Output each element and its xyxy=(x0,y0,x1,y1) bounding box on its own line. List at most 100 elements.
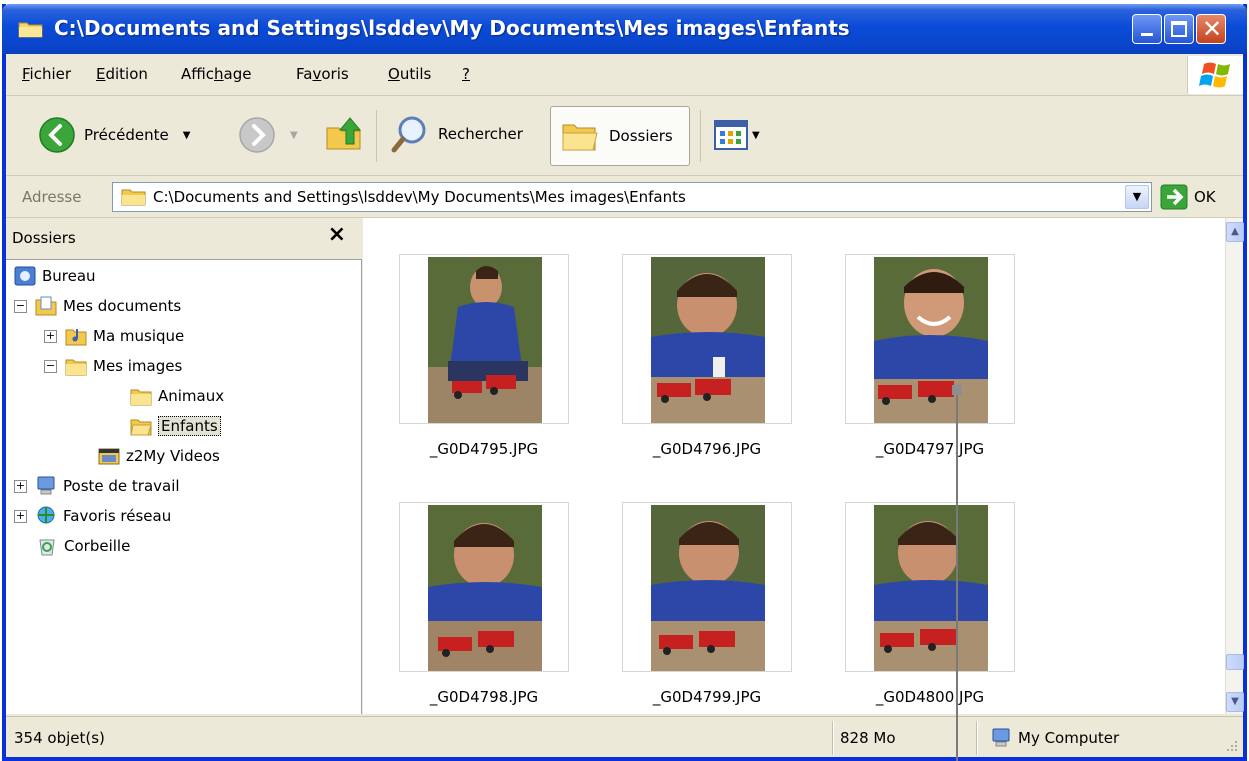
total-size: 828 Mo xyxy=(840,729,896,747)
file-name: _G0D4796.JPG xyxy=(652,440,762,458)
forward-button[interactable]: ▼ xyxy=(238,116,298,154)
address-input[interactable]: C:\Documents and Settings\lsddev\My Docu… xyxy=(112,182,1152,212)
maximize-button[interactable] xyxy=(1164,14,1194,44)
scroll-down-button[interactable]: ▼ xyxy=(1226,692,1244,712)
drag-indicator-handle xyxy=(952,385,962,395)
open-folder-icon xyxy=(130,419,152,436)
photo-thumbnail xyxy=(428,505,542,671)
tree-item-bureau[interactable]: Bureau xyxy=(14,264,96,288)
collapse-icon[interactable]: − xyxy=(44,359,57,373)
tree-item-label: Poste de travail xyxy=(63,477,180,495)
close-icon: ✕ xyxy=(1202,15,1223,43)
folders-button[interactable]: Dossiers xyxy=(550,106,690,166)
folders-pane: Dossiers × Bureau − Mes documents + Ma m… xyxy=(6,218,362,714)
menu-fichier[interactable]: Fichier xyxy=(22,65,71,83)
status-separator xyxy=(832,721,834,755)
tree-item-enfants[interactable]: Enfants xyxy=(130,414,221,438)
object-count: 354 objet(s) xyxy=(14,729,105,747)
folder-icon xyxy=(121,189,146,206)
file-name: _G0D4800.JPG xyxy=(875,688,985,706)
back-button[interactable]: Précédente ▼ xyxy=(38,116,190,154)
computer-icon xyxy=(37,476,55,495)
folders-label: Dossiers xyxy=(609,127,673,145)
tree-item-mes-documents[interactable]: − Mes documents xyxy=(14,294,181,318)
minimize-button[interactable] xyxy=(1132,14,1162,44)
go-arrow-icon xyxy=(1160,184,1188,210)
windows-logo xyxy=(1187,56,1243,94)
file-thumbnail[interactable] xyxy=(622,502,792,672)
folders-pane-title: Dossiers xyxy=(12,229,76,247)
back-dropdown-icon[interactable]: ▼ xyxy=(183,130,191,141)
file-thumbnail[interactable] xyxy=(622,254,792,424)
views-dropdown-icon[interactable]: ▼ xyxy=(752,130,760,141)
tree-item-mes-images[interactable]: − Mes images xyxy=(44,354,182,378)
network-icon xyxy=(37,506,55,524)
menu-edition[interactable]: Edition xyxy=(96,65,148,83)
address-dropdown-button[interactable]: ▼ xyxy=(1125,185,1149,209)
tree-item-label: Enfants xyxy=(158,416,221,436)
tree-item-favoris-reseau[interactable]: + Favoris réseau xyxy=(14,504,171,528)
toolbar-separator xyxy=(376,110,377,162)
forward-dropdown-icon[interactable]: ▼ xyxy=(290,130,298,141)
expand-icon[interactable]: + xyxy=(14,509,27,523)
music-folder-icon xyxy=(65,329,87,346)
resize-grip-icon[interactable] xyxy=(1225,739,1239,753)
tree-item-label: Mes images xyxy=(93,357,183,375)
folder-icon xyxy=(18,22,43,38)
search-button[interactable]: Rechercher xyxy=(390,114,523,154)
collapse-icon[interactable]: − xyxy=(14,299,27,313)
windows-flag-icon xyxy=(1199,62,1230,88)
forward-arrow-icon xyxy=(239,117,275,153)
menu-favoris[interactable]: Favoris xyxy=(296,65,349,83)
chevron-up-icon: ▲ xyxy=(1231,226,1239,237)
tree-item-label: Bureau xyxy=(42,267,96,285)
tree-item-label: Animaux xyxy=(158,387,225,405)
recycle-bin-icon xyxy=(39,539,55,556)
tree-item-label: Favoris réseau xyxy=(63,507,172,525)
desktop-icon xyxy=(14,266,36,286)
tree-item-z2my-videos[interactable]: z2My Videos xyxy=(98,444,220,468)
tree-item-poste-de-travail[interactable]: + Poste de travail xyxy=(14,474,180,498)
tree-item-ma-musique[interactable]: + Ma musique xyxy=(44,324,184,348)
close-button[interactable]: ✕ xyxy=(1196,14,1226,44)
photo-thumbnail xyxy=(428,257,542,423)
address-bar: Adresse C:\Documents and Settings\lsddev… xyxy=(6,176,1243,218)
minimize-icon xyxy=(1141,33,1153,36)
menu-help[interactable]: ? xyxy=(462,65,470,83)
vertical-scrollbar[interactable]: ▲ ▼ xyxy=(1225,218,1244,714)
expand-icon[interactable]: + xyxy=(44,329,57,343)
file-thumbnail[interactable] xyxy=(845,254,1015,424)
tree-item-label: Mes documents xyxy=(63,297,182,315)
tree-item-label: Corbeille xyxy=(64,537,131,555)
file-thumbnail[interactable] xyxy=(845,502,1015,672)
photo-thumbnail xyxy=(651,257,765,423)
toolbar: Précédente ▼ ▼ Rechercher Dossiers ▼ xyxy=(6,96,1243,176)
folders-icon xyxy=(562,124,598,151)
status-bar: 354 objet(s) 828 Mo My Computer xyxy=(6,716,1243,757)
back-arrow-icon xyxy=(39,117,75,153)
file-name: _G0D4798.JPG xyxy=(429,688,539,706)
folders-pane-header: Dossiers × xyxy=(6,218,362,260)
views-button[interactable]: ▼ xyxy=(714,120,760,150)
tree-item-corbeille[interactable]: Corbeille xyxy=(36,534,130,558)
tree-item-label: z2My Videos xyxy=(126,447,220,465)
search-label: Rechercher xyxy=(438,125,523,143)
back-label: Précédente xyxy=(84,126,169,144)
tree-item-animaux[interactable]: Animaux xyxy=(130,384,224,408)
address-value: C:\Documents and Settings\lsddev\My Docu… xyxy=(153,188,686,206)
close-pane-button[interactable]: × xyxy=(328,222,346,247)
file-view[interactable]: _G0D4795.JPG _G0D4796.JPG _G0D4797.JPG _… xyxy=(363,218,1225,714)
chevron-down-icon: ▼ xyxy=(1231,696,1239,707)
title-bar[interactable]: C:\Documents and Settings\lsddev\My Docu… xyxy=(2,4,1247,54)
address-label: Adresse xyxy=(22,188,82,206)
up-folder-button[interactable] xyxy=(324,114,364,154)
menu-affichage[interactable]: Affichage xyxy=(181,65,251,83)
window-title: C:\Documents and Settings\lsddev\My Docu… xyxy=(54,16,850,40)
scrollbar-thumb[interactable] xyxy=(1226,654,1244,670)
menu-outils[interactable]: Outils xyxy=(388,65,431,83)
file-thumbnail[interactable] xyxy=(399,254,569,424)
go-button[interactable]: OK xyxy=(1160,184,1216,210)
file-thumbnail[interactable] xyxy=(399,502,569,672)
expand-icon[interactable]: + xyxy=(14,479,27,493)
scroll-up-button[interactable]: ▲ xyxy=(1226,222,1244,242)
